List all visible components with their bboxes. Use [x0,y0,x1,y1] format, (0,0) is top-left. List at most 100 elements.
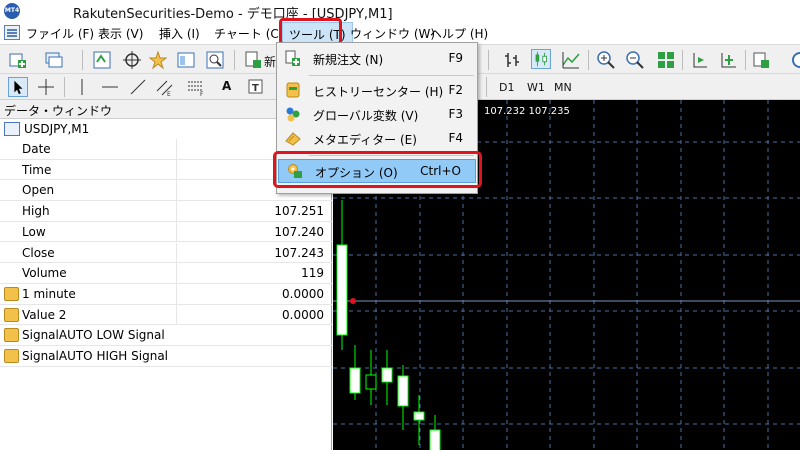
data-row-label: Close [22,245,55,260]
symbol-label: USDJPY,M1 [24,122,90,136]
data-row-label: Date [22,142,51,156]
toolbar-separator [488,50,489,70]
auto-scroll-icon[interactable] [690,50,710,70]
column-separator [176,304,177,325]
new-order-toolbar-icon[interactable] [243,50,263,70]
tile-windows-icon[interactable] [656,50,676,70]
column-separator [176,180,177,201]
data-row-label: Open [22,183,55,198]
column-separator [176,221,177,242]
cursor-arrow-icon[interactable] [8,77,28,97]
data-row-value: 107.251 [274,204,324,219]
data-row-label: Volume [22,266,67,281]
indicators-list-icon[interactable] [752,50,772,70]
indicator-icon [4,349,19,363]
menu-file[interactable]: ファイル (F) [26,25,94,42]
fibonacci-icon[interactable]: F [186,77,206,97]
profiles-icon[interactable] [44,50,64,70]
indicator-icon [4,328,19,343]
data-row-label: 1 minute [22,286,76,301]
menu-help[interactable]: ヘルプ (H) [430,25,488,42]
horizontal-line-icon[interactable] [100,77,120,97]
candlestick [349,367,361,394]
timeframe-d1[interactable]: D1 [499,81,514,94]
trendline-icon[interactable] [128,77,148,97]
svg-text:E: E [167,91,171,97]
chart-ohlc-text: 107.232 107.235 [484,106,570,117]
bar-chart-icon[interactable] [502,50,522,70]
data-row: Volume 119 [0,263,332,284]
tools-menu-highlight [279,18,342,45]
menu-chart[interactable]: チャート (C) [214,25,283,42]
menu-insert[interactable]: 挿入 (I) [159,25,200,42]
metaeditor-icon [285,132,301,146]
toolbar-separator [745,50,746,70]
candlestick-chart-icon[interactable] [531,49,551,69]
market-watch-icon[interactable] [92,50,112,70]
menu-bar: ファイル (F) 表示 (V) 挿入 (I) チャート (C) ツール (T) … [0,22,800,44]
toolbar-separator [486,77,487,97]
toolbar-separator [588,50,589,70]
chart-symbol-icon [4,122,20,136]
menu-item-metaeditor[interactable]: メタエディター (E) F4 [277,127,477,149]
chart-shift-icon[interactable] [719,50,739,70]
toolbar-separator [234,50,235,70]
signal-marker [350,298,356,304]
data-row-label: SignalAUTO LOW Signal [22,328,165,343]
timeframe-mn[interactable]: MN [554,81,572,94]
crosshair-target-icon[interactable] [122,50,142,70]
navigator-star-icon[interactable] [148,50,168,70]
menu-item-new-order[interactable]: 新規注文 (N) F9 [277,47,477,69]
history-center-icon [286,82,300,98]
title-bar: MT4 RakutenSecurities-Demo - デモ口座 - [USD… [0,0,800,22]
menu-separator [309,75,474,76]
new-chart-icon[interactable] [8,50,28,70]
text-label-icon[interactable]: T [246,77,266,97]
crosshair-icon[interactable] [36,77,56,97]
equidistant-channel-icon[interactable]: E [155,77,175,97]
data-row: Close 107.243 [0,242,332,264]
menu-item-global-variables[interactable]: グローバル変数 (V) F3 [277,103,477,125]
svg-text:T: T [252,83,259,94]
candlestick [365,374,377,390]
data-row-label: Low [22,224,46,239]
column-separator [176,201,177,221]
indicator-icon [4,286,19,301]
data-row-label: Time [22,162,52,177]
clock-icon[interactable] [790,50,800,70]
menu-window[interactable]: ウィンドウ (W) [350,25,435,42]
data-row-value: 107.240 [274,224,324,239]
zoom-out-icon[interactable] [625,50,645,70]
data-row: SignalAUTO LOW Signal [0,325,332,346]
data-row: 1 minute 0.0000 [0,283,332,305]
menu-view[interactable]: 表示 (V) [98,25,143,42]
toolbar-separator [64,77,65,97]
text-tool[interactable]: A [222,79,231,93]
column-separator [176,159,177,180]
vertical-line-icon[interactable] [72,77,92,97]
menu-item-history-center[interactable]: ヒストリーセンター (H) F2 [277,79,477,101]
strategy-tester-icon[interactable] [205,50,225,70]
terminal-icon[interactable] [176,50,196,70]
line-chart-icon[interactable] [561,50,581,70]
app-logo-icon: MT4 [4,3,20,19]
child-window-icon[interactable] [4,25,20,40]
options-item-highlight [273,151,482,188]
indicator-icon [4,307,19,322]
zoom-in-icon[interactable] [596,50,616,70]
window-title: RakutenSecurities-Demo - デモ口座 - [USDJPY,… [73,7,393,22]
data-row-value: 0.0000 [282,307,324,322]
candlestick [429,429,441,450]
toolbar-separator [82,50,83,70]
data-row: Value 2 0.0000 [0,304,332,326]
new-order-button-label[interactable]: 新 [264,53,276,70]
svg-text:F: F [200,91,204,97]
global-variables-icon [286,107,300,122]
timeframe-w1[interactable]: W1 [527,81,545,94]
column-separator [176,263,177,283]
candlestick [381,367,393,383]
data-row-value: 107.243 [274,245,324,260]
column-separator [176,283,177,304]
data-row: Low 107.240 [0,221,332,243]
data-row-value: 119 [301,266,324,281]
